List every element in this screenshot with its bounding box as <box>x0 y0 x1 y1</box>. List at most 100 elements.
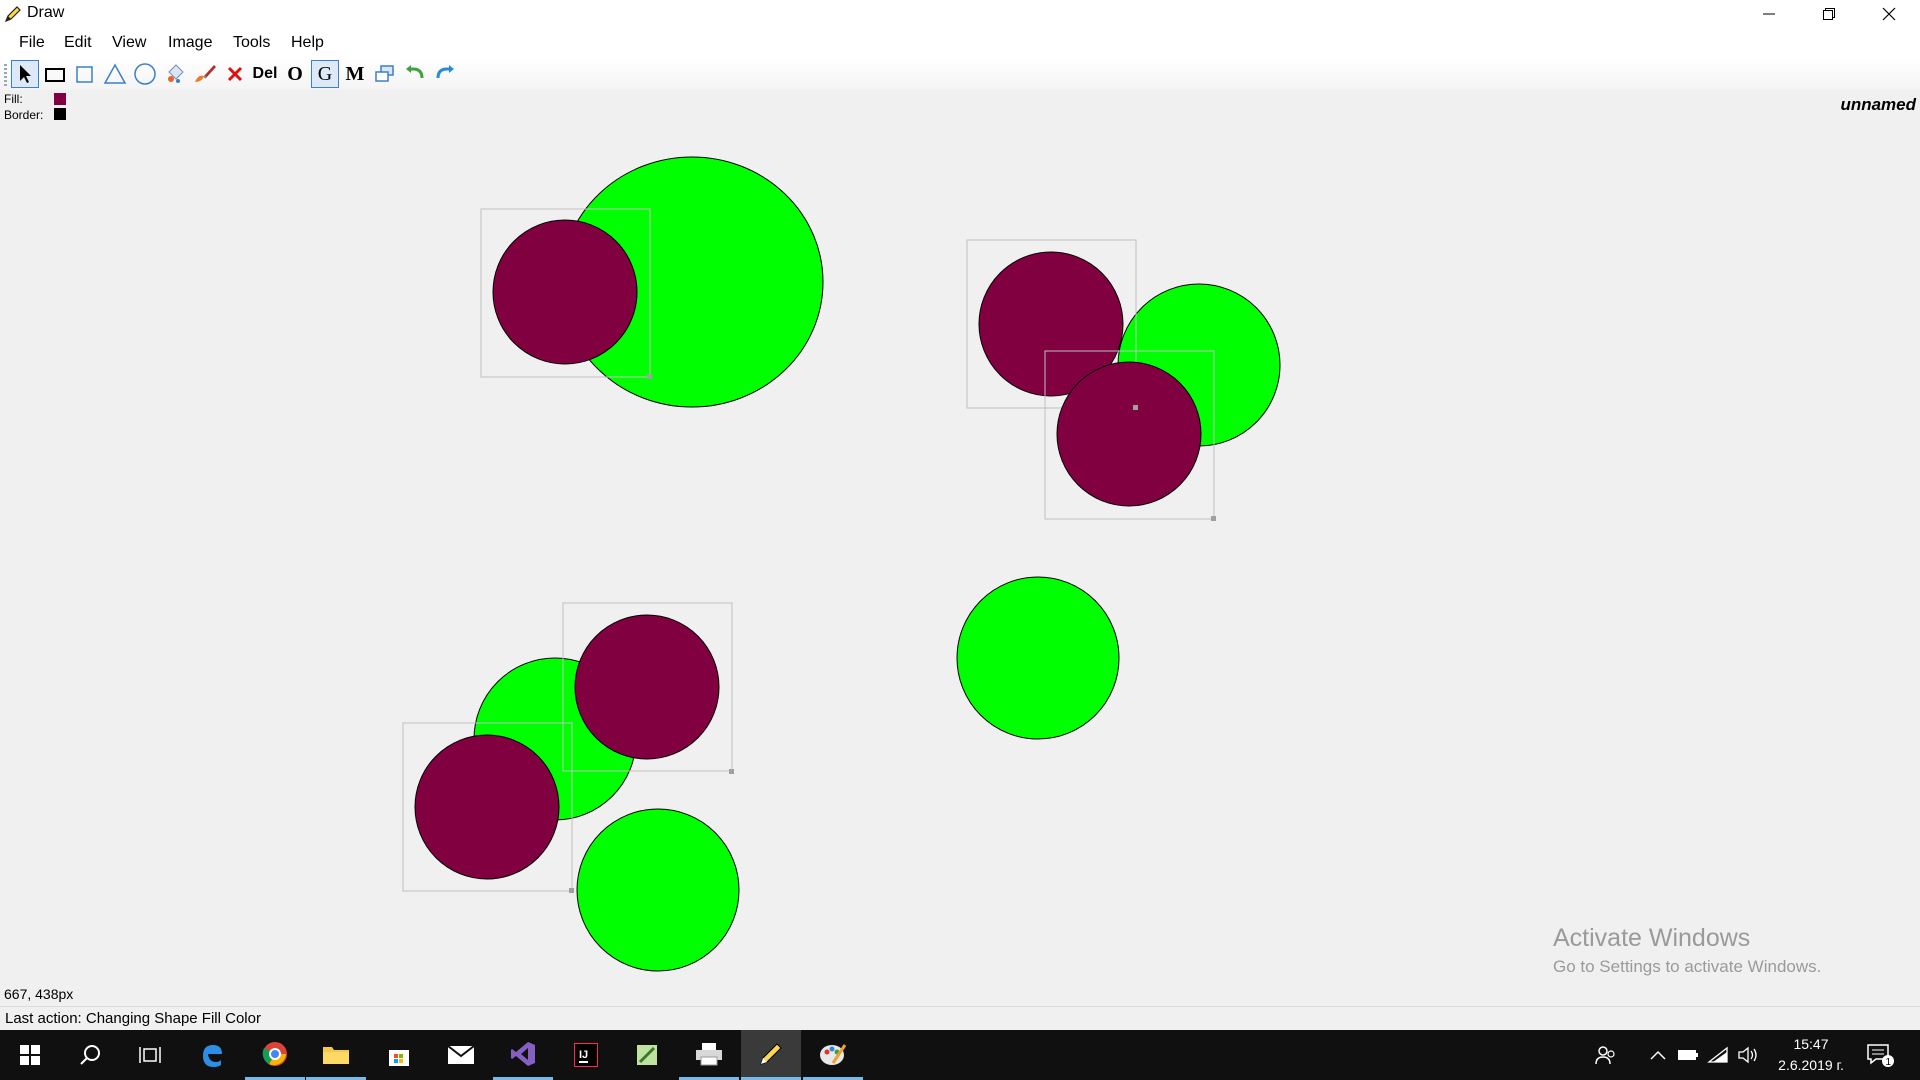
maroon-circle-shape[interactable] <box>574 614 720 760</box>
select-tool-button[interactable] <box>11 60 39 88</box>
selection-handle[interactable] <box>647 374 652 379</box>
store-icon <box>389 1050 409 1066</box>
chevron-up-icon <box>1650 1050 1666 1060</box>
o-tool-button[interactable]: O <box>281 60 309 88</box>
redo-icon <box>436 65 454 79</box>
close-button[interactable] <box>1860 0 1918 28</box>
menu-tools[interactable]: Tools <box>233 34 270 52</box>
window-title: Draw <box>27 4 65 21</box>
menu-help[interactable]: Help <box>291 34 324 52</box>
toolbar: Del O G M <box>0 58 1920 90</box>
ellipse-icon <box>134 63 156 85</box>
square-icon <box>76 66 93 83</box>
people-icon <box>1595 1046 1615 1065</box>
search-button[interactable] <box>60 1030 120 1080</box>
green-circle-shape[interactable] <box>576 808 740 972</box>
rectangle-tool-button[interactable] <box>41 60 69 88</box>
triangle-icon <box>103 63 127 84</box>
svg-text:IJ: IJ <box>579 1049 588 1061</box>
file-explorer-icon <box>323 1046 349 1064</box>
start-button[interactable] <box>0 1030 60 1080</box>
status-bar: Last action: Changing Shape Fill Color <box>0 1006 1920 1031</box>
menu-image[interactable]: Image <box>168 34 212 52</box>
selection-handle[interactable] <box>569 888 574 893</box>
brush-icon <box>195 65 216 82</box>
paint-icon <box>820 1043 847 1065</box>
menu-view[interactable]: View <box>112 34 146 52</box>
duplicate-icon <box>375 65 394 82</box>
maroon-circle-shape[interactable] <box>492 219 638 365</box>
triangle-tool-button[interactable] <box>101 60 129 88</box>
taskbar-printer[interactable] <box>679 1030 739 1080</box>
clone-tool-button[interactable] <box>371 60 399 88</box>
taskbar-intellij[interactable]: IJ <box>556 1030 616 1080</box>
rectangle-icon <box>45 68 65 82</box>
draw-app-icon <box>4 6 21 23</box>
minimize-button[interactable] <box>1740 0 1798 28</box>
group-tool-button[interactable]: G <box>311 60 339 88</box>
start-icon <box>20 1045 40 1065</box>
square-tool-button[interactable] <box>71 60 99 88</box>
menu-edit[interactable]: Edit <box>64 34 92 52</box>
watermark-subtitle: Go to Settings to activate Windows. <box>1553 957 1822 976</box>
cursor-arrow-icon <box>20 65 31 83</box>
m-tool-button[interactable]: M <box>341 60 369 88</box>
cursor-coordinates: 667, 438px <box>4 986 74 1002</box>
selection-handle[interactable] <box>729 769 734 774</box>
edge-icon <box>203 1045 222 1067</box>
paint-bucket-icon <box>168 64 184 83</box>
taskbar-paint[interactable] <box>803 1030 863 1080</box>
action-center-button[interactable]: 1 <box>1856 1030 1906 1080</box>
wifi-icon <box>1707 1046 1728 1063</box>
restore-button[interactable] <box>1800 0 1858 28</box>
selection-handle[interactable] <box>1211 516 1216 521</box>
taskbar-edge[interactable] <box>182 1030 242 1080</box>
taskbar-chrome[interactable] <box>245 1030 305 1080</box>
notification-icon: 1 <box>1867 1044 1894 1068</box>
delete-tool-button[interactable] <box>221 60 249 88</box>
taskbar-store[interactable] <box>369 1030 429 1080</box>
minimize-icon <box>1763 13 1775 15</box>
notification-count: 1 <box>1886 1057 1892 1068</box>
draw-app-icon <box>760 1042 782 1065</box>
menu-file[interactable]: File <box>19 34 45 52</box>
delete-all-tool-button[interactable]: Del <box>251 60 279 88</box>
selection-handle[interactable] <box>1133 405 1138 410</box>
people-button[interactable] <box>1583 1030 1627 1080</box>
red-x-icon <box>227 66 243 82</box>
taskbar-draw-app[interactable] <box>741 1030 801 1080</box>
watermark-title: Activate Windows <box>1553 924 1751 952</box>
menu-bar: File Edit View Image Tools Help <box>0 28 1920 58</box>
taskbar-file-explorer[interactable] <box>306 1030 366 1080</box>
taskbar-clock[interactable]: 15:47 2.6.2019 г. <box>1772 1034 1850 1076</box>
taskbar-mail[interactable] <box>431 1030 491 1080</box>
drawing-canvas[interactable] <box>0 90 1920 1002</box>
intellij-icon: IJ <box>574 1043 598 1067</box>
visual-studio-icon <box>511 1041 535 1066</box>
toolbar-grip[interactable] <box>4 64 7 86</box>
chrome-icon <box>262 1041 287 1066</box>
search-icon <box>80 1045 100 1065</box>
green-circle-shape[interactable] <box>956 576 1120 740</box>
maroon-circle-shape[interactable] <box>414 734 560 880</box>
fill-color-tool-button[interactable] <box>161 60 189 88</box>
undo-icon <box>406 65 424 79</box>
redo-tool-button[interactable] <box>431 60 459 88</box>
close-icon <box>1882 7 1896 21</box>
printer-icon <box>696 1042 722 1065</box>
task-view-button[interactable] <box>120 1030 180 1080</box>
title-bar: Draw <box>0 0 1920 28</box>
status-text: Last action: Changing Shape Fill Color <box>5 1010 261 1027</box>
volume-icon <box>1738 1046 1757 1064</box>
undo-tool-button[interactable] <box>401 60 429 88</box>
ellipse-tool-button[interactable] <box>131 60 159 88</box>
taskbar-visual-studio[interactable] <box>493 1030 553 1080</box>
notepad-icon <box>637 1045 657 1065</box>
taskbar-notepad[interactable] <box>617 1030 677 1080</box>
volume-button[interactable] <box>1730 1030 1766 1080</box>
clock-time: 15:47 <box>1793 1036 1829 1052</box>
border-color-tool-button[interactable] <box>191 60 219 88</box>
task-view-icon <box>139 1047 161 1063</box>
mail-icon <box>447 1045 475 1064</box>
maroon-circle-shape[interactable] <box>1056 361 1202 507</box>
